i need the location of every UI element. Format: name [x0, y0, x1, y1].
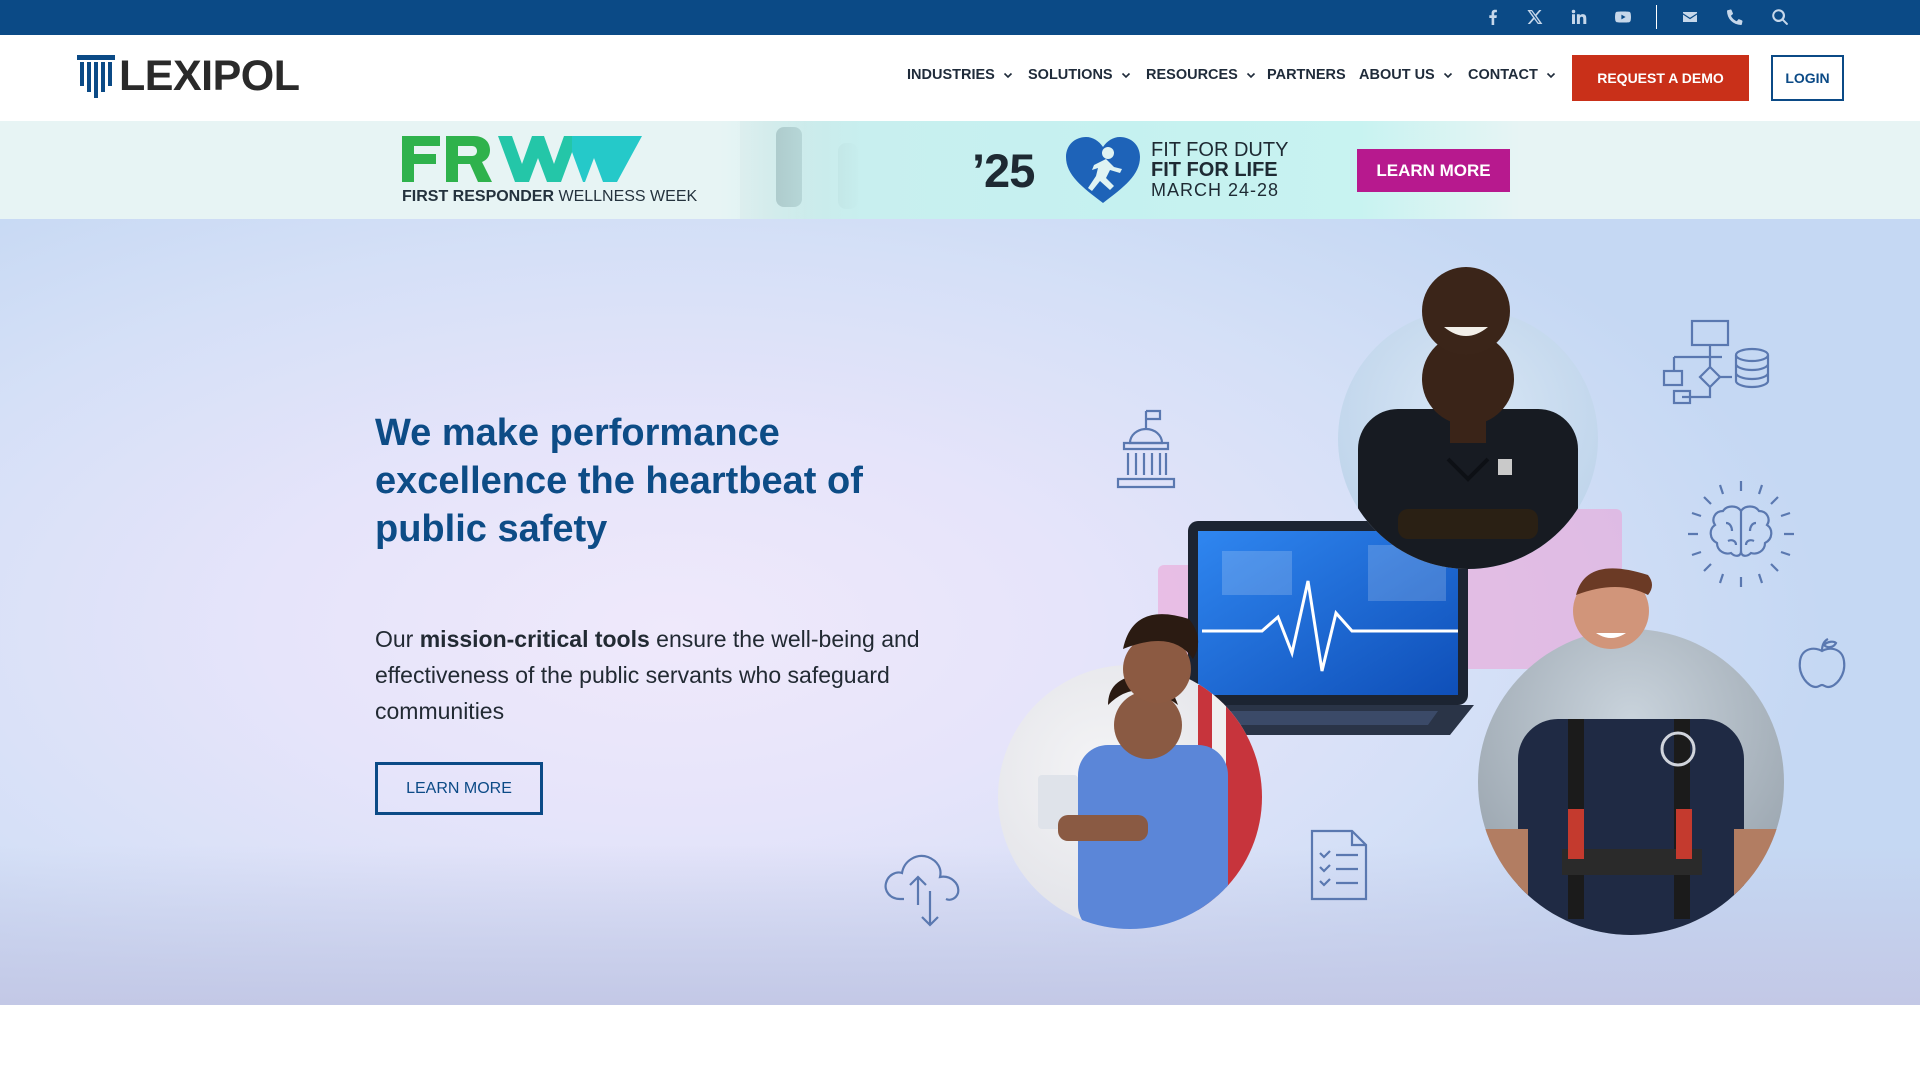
nav-about-us[interactable]: ABOUT US	[1359, 65, 1453, 85]
main-header: LEXIPOL INDUSTRIES SOLUTIONS RESOURCES P…	[0, 35, 1920, 121]
nav-solutions[interactable]: SOLUTIONS	[1028, 65, 1131, 85]
firefighter-head	[1556, 549, 1666, 679]
request-demo-button[interactable]: REQUEST A DEMO	[1572, 55, 1749, 101]
divider	[1656, 5, 1657, 29]
promo-banner[interactable]: FIRST RESPONDER WELLNESS WEEK ’25 FIT FO…	[0, 121, 1920, 219]
hero-section: We make performance excellence the heart…	[0, 219, 1920, 1005]
brain-icon	[1688, 481, 1794, 587]
chevron-down-icon	[1546, 70, 1556, 80]
promo-learn-more-button[interactable]: LEARN MORE	[1357, 149, 1510, 192]
nav-label: PARTNERS	[1267, 67, 1346, 83]
flowchart-database-icon	[1662, 319, 1770, 405]
emt-head	[1095, 599, 1205, 709]
cloud-sync-icon	[884, 854, 960, 927]
x-icon[interactable]	[1524, 6, 1546, 28]
nav-partners[interactable]: PARTNERS	[1267, 65, 1346, 85]
utility-bar	[0, 0, 1920, 35]
chevron-down-icon	[1121, 70, 1131, 80]
login-button[interactable]: LOGIN	[1771, 55, 1844, 101]
frww-sub-bold: FIRST RESPONDER	[402, 188, 555, 205]
heart-runner-icon	[1066, 137, 1140, 203]
promo-line1: FIT FOR DUTY	[1151, 139, 1289, 161]
nav-resources[interactable]: RESOURCES	[1146, 65, 1256, 85]
email-icon[interactable]	[1679, 6, 1701, 28]
search-icon[interactable]	[1769, 6, 1791, 28]
apple-icon	[1798, 638, 1846, 689]
nav-contact[interactable]: CONTACT	[1468, 65, 1556, 85]
promo-year: ’25	[972, 144, 1035, 197]
promo-line3: MARCH 24-28	[1151, 180, 1280, 200]
lead-bold: mission-critical tools	[419, 626, 650, 652]
checklist-document-icon	[1310, 829, 1368, 901]
chevron-down-icon	[1443, 70, 1453, 80]
nav-label: SOLUTIONS	[1028, 67, 1113, 83]
nav-label: CONTACT	[1468, 67, 1538, 83]
nav-industries[interactable]: INDUSTRIES	[907, 65, 1013, 85]
logo-columns-icon	[77, 55, 115, 98]
phone-icon[interactable]	[1724, 6, 1746, 28]
lexipol-logo[interactable]: LEXIPOL	[75, 52, 300, 100]
hero-learn-more-button[interactable]: LEARN MORE	[375, 762, 543, 815]
nav-label: ABOUT US	[1359, 67, 1435, 83]
chevron-down-icon	[1246, 70, 1256, 80]
hero-headline: We make performance excellence the heart…	[375, 412, 863, 550]
frww-sub-rest: WELLNESS WEEK	[554, 188, 698, 205]
chevron-down-icon	[1003, 70, 1013, 80]
facebook-icon[interactable]	[1482, 6, 1504, 28]
government-building-icon	[1116, 409, 1176, 489]
lead-pre: Our	[375, 626, 420, 652]
youtube-icon[interactable]	[1612, 6, 1634, 28]
frww-logo	[402, 136, 642, 182]
nav-label: RESOURCES	[1146, 67, 1238, 83]
logo-text: LEXIPOL	[119, 52, 300, 100]
hero-lead: Our mission-critical tools ensure the we…	[375, 621, 955, 729]
officer-head	[1368, 249, 1564, 389]
promo-line2: FIT FOR LIFE	[1151, 159, 1278, 181]
linkedin-icon[interactable]	[1568, 6, 1590, 28]
frww-subtitle: FIRST RESPONDER WELLNESS WEEK	[402, 188, 697, 206]
nav-label: INDUSTRIES	[907, 67, 995, 83]
